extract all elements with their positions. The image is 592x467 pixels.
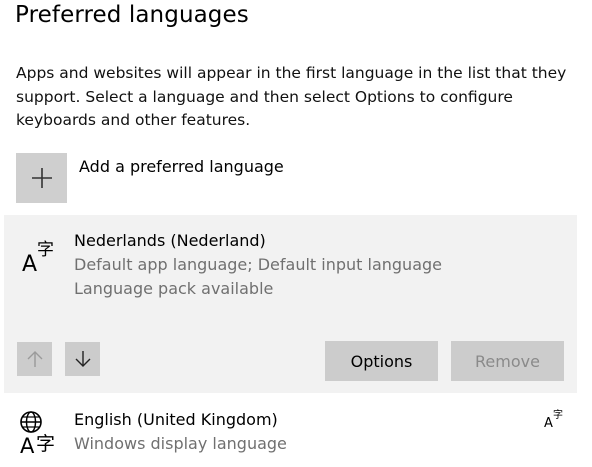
options-button[interactable]: Options xyxy=(325,341,438,381)
display-language-icon: A 字 xyxy=(20,411,55,454)
arrow-down-icon xyxy=(75,351,90,367)
svg-text:A: A xyxy=(544,416,553,429)
svg-text:A: A xyxy=(22,252,37,275)
move-up-button[interactable] xyxy=(17,342,52,376)
language-icon: A 字 xyxy=(22,240,54,275)
remove-button[interactable]: Remove xyxy=(451,341,564,381)
svg-text:字: 字 xyxy=(37,240,54,260)
svg-text:字: 字 xyxy=(36,433,55,454)
svg-text:A: A xyxy=(20,434,35,454)
language-pack-status: Language pack available xyxy=(74,279,274,298)
language-feature-icon: A 字 xyxy=(544,408,563,429)
add-language-button[interactable] xyxy=(16,153,67,203)
page-title: Preferred languages xyxy=(15,2,249,28)
svg-text:字: 字 xyxy=(553,408,563,421)
language-status-line: Windows display language xyxy=(74,434,287,453)
arrow-up-icon xyxy=(27,351,42,367)
section-description: Apps and websites will appear in the fir… xyxy=(16,64,567,129)
move-down-button[interactable] xyxy=(65,342,100,376)
add-language-label[interactable]: Add a preferred language xyxy=(79,157,284,176)
add-language-row[interactable]: Add a preferred language xyxy=(16,153,336,203)
language-status-line: Default app language; Default input lang… xyxy=(74,255,442,274)
language-item-selected[interactable]: A 字 Nederlands (Nederland) Default app l… xyxy=(4,215,577,393)
language-name: Nederlands (Nederland) xyxy=(74,231,266,250)
plus-icon xyxy=(31,168,52,188)
language-name: English (United Kingdom) xyxy=(74,410,278,429)
